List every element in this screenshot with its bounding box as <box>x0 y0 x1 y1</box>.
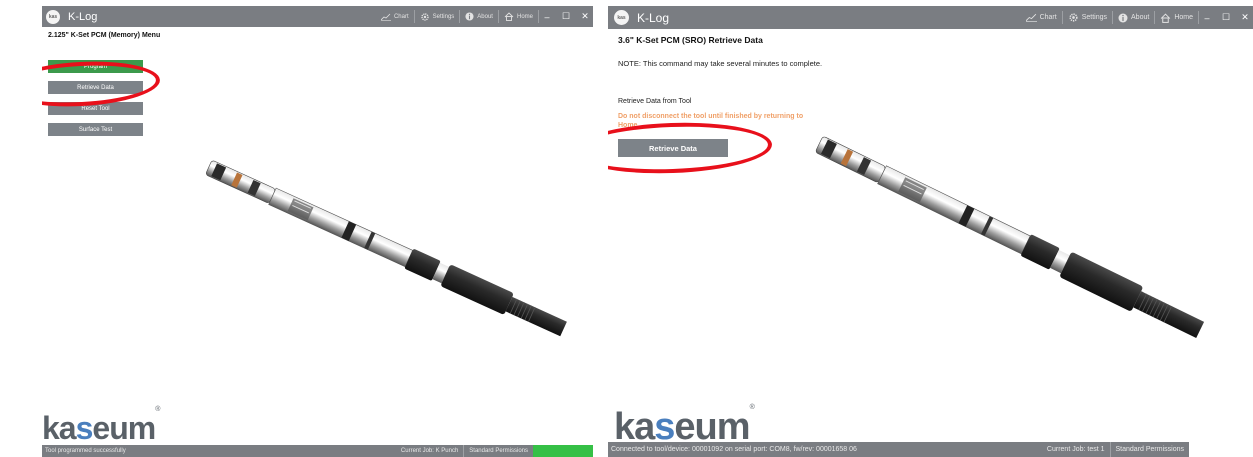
title-bar: kas K-Log Chart Settings About Home – ☐ <box>608 6 1253 29</box>
current-job: Current Job: K Punch <box>400 448 459 454</box>
nav-home-label: Home <box>1174 14 1193 21</box>
status-message: Connected to tool/device: 00001092 on se… <box>611 446 857 453</box>
home-icon <box>1161 12 1171 23</box>
minimize-button[interactable]: – <box>1199 11 1215 24</box>
nav-home[interactable]: Home <box>1154 11 1198 24</box>
surface-test-button[interactable]: Surface Test <box>48 123 143 136</box>
nav-chart-label: Chart <box>393 13 409 20</box>
info-icon <box>465 12 474 21</box>
nav-chart[interactable]: Chart <box>376 10 414 23</box>
page-title: 3.6" K-Set PCM (SRO) Retrieve Data <box>618 35 763 45</box>
nav-about-label: About <box>1131 14 1150 21</box>
tool-image <box>206 160 567 337</box>
status-bar: Connected to tool/device: 00001092 on se… <box>608 442 1253 457</box>
retrieve-subheading: Retrieve Data from Tool <box>618 98 692 105</box>
nav-settings[interactable]: Settings <box>413 10 460 23</box>
chart-icon <box>1025 13 1037 22</box>
status-message: Tool programmed successfully <box>45 448 126 454</box>
app-title: K-Log <box>637 10 670 25</box>
app-logo-icon: kas <box>46 9 60 24</box>
window-controls: – ☐ ✕ <box>538 10 593 23</box>
brand-prefix: ka <box>42 410 77 446</box>
status-bar: Tool programmed successfully Current Job… <box>42 445 593 457</box>
nav-settings[interactable]: Settings <box>1061 11 1112 24</box>
info-icon <box>1118 13 1128 22</box>
chart-icon <box>380 13 391 21</box>
brand-registered-mark: ® <box>155 406 160 414</box>
nav-about[interactable]: About <box>459 10 498 23</box>
nav-home-label: Home <box>516 13 533 20</box>
top-nav: Chart Settings About Home – ☐ ✕ <box>376 6 593 27</box>
current-job: Current Job: test 1 <box>1046 446 1105 453</box>
nav-home[interactable]: Home <box>497 10 538 23</box>
highlight-ellipse <box>42 57 162 111</box>
window-controls: – ☐ ✕ <box>1198 11 1253 24</box>
minimize-button[interactable]: – <box>539 10 555 23</box>
page-title: 2.125" K-Set PCM (Memory) Menu <box>48 32 161 39</box>
brand-accent: s <box>75 410 94 446</box>
brand-registered-mark: ® <box>749 404 755 412</box>
brand-suffix: eum <box>92 410 156 446</box>
status-indicator <box>1189 442 1253 457</box>
status-indicator <box>533 445 593 457</box>
tool-image <box>815 136 1205 339</box>
gear-icon <box>1069 13 1078 22</box>
kaseum-logo: kaseum® <box>42 406 160 447</box>
gear-icon <box>420 12 429 21</box>
close-button[interactable]: ✕ <box>577 10 593 23</box>
close-button[interactable]: ✕ <box>1237 11 1253 24</box>
permissions: Standard Permissions <box>463 445 533 457</box>
permissions: Standard Permissions <box>1109 442 1189 457</box>
maximize-button[interactable]: ☐ <box>558 10 574 23</box>
home-icon <box>504 12 514 21</box>
right-window: kas K-Log Chart Settings About Home – ☐ <box>608 6 1253 457</box>
nav-settings-label: Settings <box>432 13 455 20</box>
note-text: NOTE: This command may take several minu… <box>618 59 823 68</box>
nav-chart[interactable]: Chart <box>1021 11 1062 24</box>
top-nav: Chart Settings About Home – ☐ ✕ <box>1021 6 1253 29</box>
app-title: K-Log <box>68 10 98 23</box>
nav-chart-label: Chart <box>1039 14 1057 21</box>
app-logo-icon: kas <box>614 10 629 25</box>
nav-settings-label: Settings <box>1081 14 1108 21</box>
nav-about[interactable]: About <box>1112 11 1154 24</box>
maximize-button[interactable]: ☐ <box>1218 11 1234 24</box>
left-window: kas K-Log Chart Settings About Home – ☐ <box>42 6 593 457</box>
title-bar: kas K-Log Chart Settings About Home – ☐ <box>42 6 593 27</box>
nav-about-label: About <box>477 13 493 20</box>
